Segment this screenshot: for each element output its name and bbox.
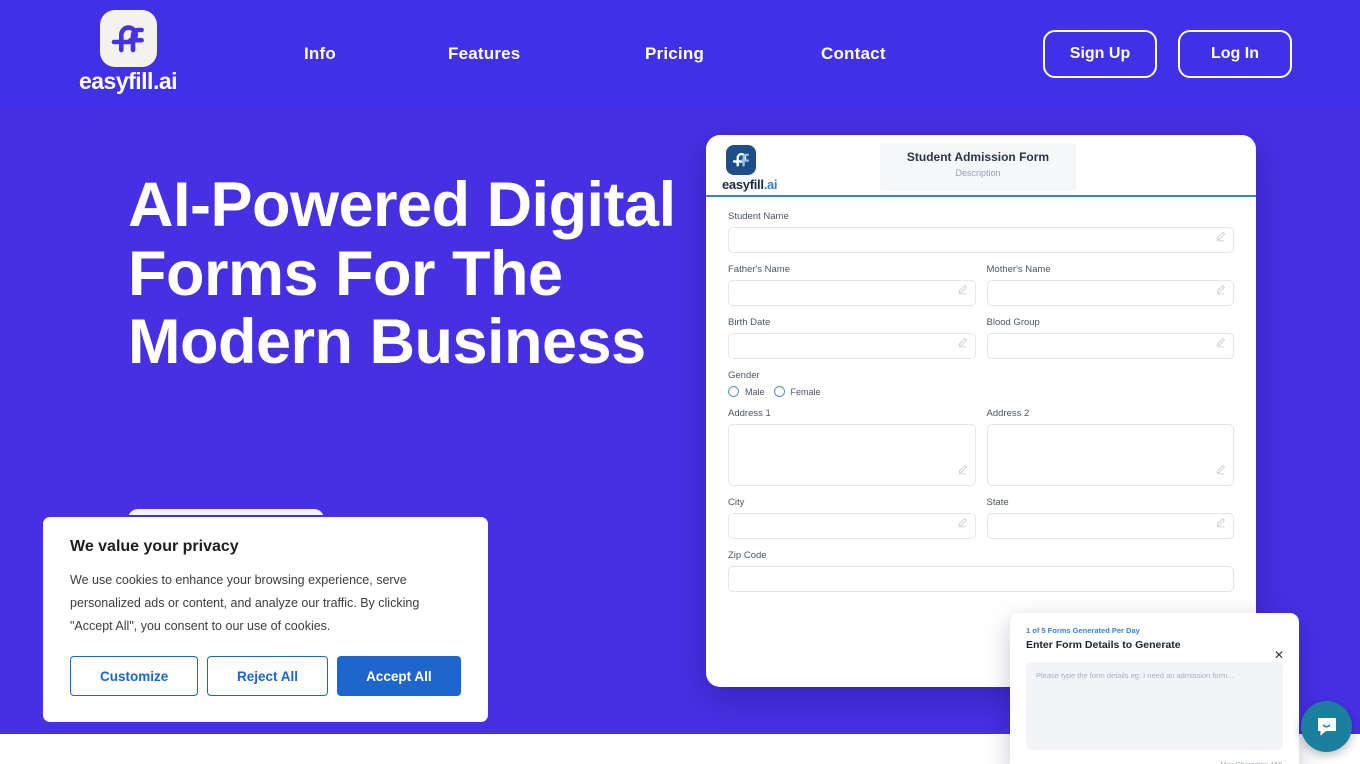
brand-logo[interactable]: easyfill.ai xyxy=(78,10,178,93)
form-preview-brand-label: easyfill.ai xyxy=(722,177,794,192)
pencil-icon xyxy=(1215,462,1226,480)
zip-code-input[interactable] xyxy=(728,566,1234,592)
brand-word-main: easyfill xyxy=(722,177,764,192)
field-label: State xyxy=(986,497,1009,508)
form-preview-body: Student Name Father's Name Mother's Name… xyxy=(706,197,1256,592)
nav-item-contact[interactable]: Contact xyxy=(821,44,886,64)
nav-item-pricing[interactable]: Pricing xyxy=(645,44,704,64)
blood-group-input[interactable] xyxy=(986,333,1234,359)
field-address-1: Address 1 xyxy=(728,408,976,486)
pencil-icon xyxy=(957,282,968,300)
form-preview-description: Description xyxy=(955,168,1001,178)
address-1-input[interactable] xyxy=(728,424,976,486)
pencil-icon xyxy=(1215,335,1226,353)
cookie-banner-actions: Customize Reject All Accept All xyxy=(70,656,461,697)
form-preview-title-box: Student Admission Form Description xyxy=(880,143,1076,191)
field-label: Father's Name xyxy=(728,264,791,275)
form-details-textarea[interactable] xyxy=(1026,662,1283,750)
mothers-name-input[interactable] xyxy=(986,280,1234,306)
state-input[interactable] xyxy=(986,513,1234,539)
field-fathers-name: Father's Name xyxy=(728,264,976,306)
pencil-icon xyxy=(957,462,968,480)
chat-bubble-icon xyxy=(1317,717,1336,736)
chat-widget-button[interactable] xyxy=(1301,701,1352,752)
field-label: Zip Code xyxy=(728,550,767,561)
radio-icon xyxy=(773,386,785,397)
cookie-consent-banner: We value your privacy We use cookies to … xyxy=(41,515,490,724)
nav-item-features[interactable]: Features xyxy=(448,44,520,64)
field-row-parents: Father's Name Mother's Name xyxy=(728,264,1234,306)
gender-option-female[interactable]: Female xyxy=(773,386,821,397)
reject-all-button[interactable]: Reject All xyxy=(207,656,328,697)
radio-label: Male xyxy=(745,386,765,397)
field-label: Blood Group xyxy=(986,317,1040,328)
field-label: Mother's Name xyxy=(986,264,1051,275)
pencil-icon xyxy=(1215,515,1226,533)
field-blood-group: Blood Group xyxy=(986,317,1234,359)
accept-all-button[interactable]: Accept All xyxy=(336,656,461,697)
site-header: easyfill.ai Info Features Pricing Contac… xyxy=(0,0,1360,109)
birth-date-input[interactable] xyxy=(728,333,976,359)
form-preview-card: easyfill.ai Student Admission Form Descr… xyxy=(706,135,1256,687)
field-student-name: Student Name xyxy=(728,211,1234,253)
field-address-2: Address 2 xyxy=(986,408,1234,486)
nav-item-info[interactable]: Info xyxy=(304,44,336,64)
field-label: Gender xyxy=(728,370,760,381)
ef-logo-icon xyxy=(99,10,157,67)
form-preview-header: easyfill.ai Student Admission Form Descr… xyxy=(706,135,1256,197)
pencil-icon xyxy=(957,515,968,533)
pencil-icon xyxy=(1215,282,1226,300)
brand-word-accent: .ai xyxy=(763,177,778,192)
form-preview-brand: easyfill.ai xyxy=(722,145,794,192)
sign-up-button[interactable]: Sign Up xyxy=(1043,30,1157,78)
generate-popup-title: Enter Form Details to Generate xyxy=(1026,639,1181,651)
field-row-birth-blood: Birth Date Blood Group xyxy=(728,317,1234,359)
field-mothers-name: Mother's Name xyxy=(986,264,1234,306)
generate-form-popup: 1 of 5 Forms Generated Per Day Enter For… xyxy=(1010,613,1299,764)
cookie-banner-text: We use cookies to enhance your browsing … xyxy=(70,573,420,634)
cookie-banner-title: We value your privacy xyxy=(70,538,239,555)
brand-name: easyfill.ai xyxy=(78,68,178,94)
ef-logo-icon xyxy=(726,145,756,175)
customize-button[interactable]: Customize xyxy=(70,656,199,697)
generate-quota-label: 1 of 5 Forms Generated Per Day xyxy=(1026,626,1140,635)
field-label: City xyxy=(728,497,745,508)
pencil-icon xyxy=(957,335,968,353)
field-label: Birth Date xyxy=(728,317,771,328)
page-title: AI-Powered Digital Forms For The Modern … xyxy=(128,170,676,378)
log-in-button[interactable]: Log In xyxy=(1178,30,1292,78)
radio-label: Female xyxy=(790,386,821,397)
pencil-icon xyxy=(1215,229,1226,247)
field-label: Student Name xyxy=(728,211,789,222)
close-icon[interactable]: ✕ xyxy=(1273,649,1285,661)
field-label: Address 2 xyxy=(986,408,1030,419)
gender-option-male[interactable]: Male xyxy=(728,386,765,397)
field-row-city-state: City State xyxy=(728,497,1234,539)
landing-page: AI-Powered Digital Forms For The Modern … xyxy=(0,0,1360,764)
field-state: State xyxy=(986,497,1234,539)
auth-actions: Sign Up Log In xyxy=(1043,30,1292,78)
field-gender: Gender Male Female xyxy=(728,370,1234,397)
field-city: City xyxy=(728,497,976,539)
fathers-name-input[interactable] xyxy=(728,280,976,306)
city-input[interactable] xyxy=(728,513,976,539)
student-name-input[interactable] xyxy=(728,227,1234,253)
form-preview-title: Student Admission Form xyxy=(906,150,1050,164)
field-row-address: Address 1 Address 2 xyxy=(728,408,1234,486)
gender-radio-group: Male Female xyxy=(728,386,1234,397)
field-label: Address 1 xyxy=(728,408,771,419)
radio-icon xyxy=(728,386,739,397)
field-birth-date: Birth Date xyxy=(728,317,976,359)
field-zip-code: Zip Code xyxy=(728,550,1234,592)
address-2-input[interactable] xyxy=(986,424,1234,486)
